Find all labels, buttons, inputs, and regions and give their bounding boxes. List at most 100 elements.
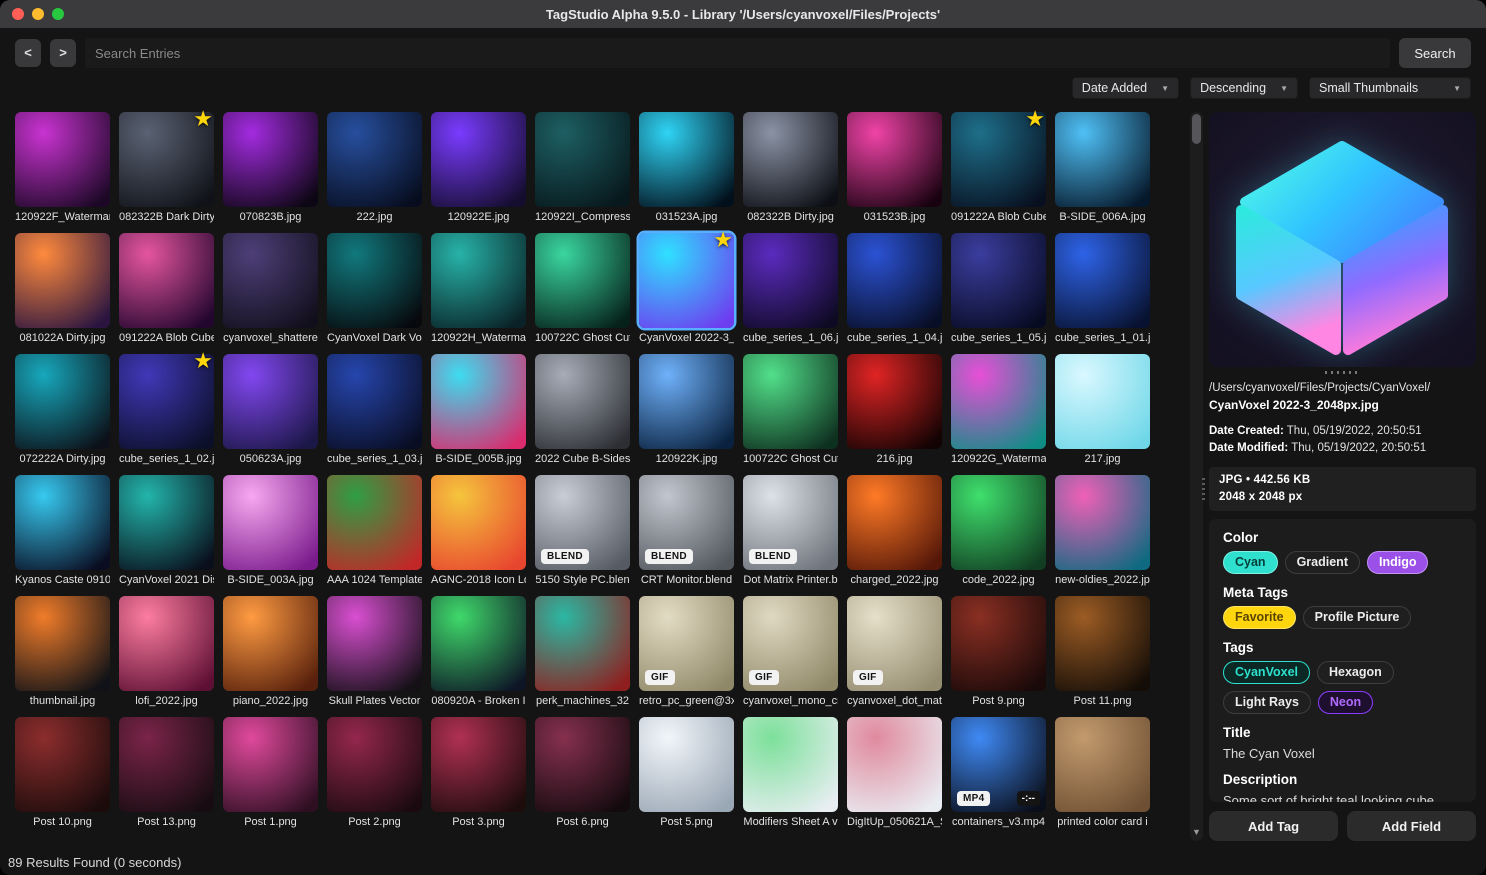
thumbnail-image[interactable]: ★ xyxy=(119,354,214,449)
add-tag-button[interactable]: Add Tag xyxy=(1209,811,1338,841)
thumbnail-image[interactable] xyxy=(119,596,214,691)
grid-item[interactable]: thumbnail.jpg xyxy=(15,596,110,709)
grid-item[interactable]: cube_series_1_06.j xyxy=(743,233,838,346)
grid-item[interactable]: 216.jpg xyxy=(847,354,942,467)
grid-item[interactable]: Post 5.png xyxy=(639,717,734,830)
thumbnail-image[interactable]: ★ xyxy=(951,112,1046,207)
thumbnail-image[interactable] xyxy=(15,596,110,691)
thumbnail-image[interactable] xyxy=(535,596,630,691)
grid-item[interactable]: 120922K.jpg xyxy=(639,354,734,467)
thumbnail-image[interactable] xyxy=(15,233,110,328)
thumbnail-image[interactable] xyxy=(15,475,110,570)
grid-item[interactable]: cyanvoxel_shattere xyxy=(223,233,318,346)
thumbnail-image[interactable] xyxy=(223,233,318,328)
thumbnail-image[interactable] xyxy=(327,112,422,207)
grid-item[interactable]: code_2022.jpg xyxy=(951,475,1046,588)
thumbnail-image[interactable] xyxy=(535,717,630,812)
thumbnail-image[interactable] xyxy=(327,717,422,812)
grid-item[interactable]: MP4-:--containers_v3.mp4 xyxy=(951,717,1046,830)
grid-item[interactable]: B-SIDE_005B.jpg xyxy=(431,354,526,467)
grid-item[interactable]: AAA 1024 Template xyxy=(327,475,422,588)
grid-item[interactable]: 050623A.jpg xyxy=(223,354,318,467)
grid-item[interactable]: 031523A.jpg xyxy=(639,112,734,225)
scroll-down-arrow-icon[interactable]: ▼ xyxy=(1190,827,1203,837)
grid-item[interactable]: 100722C Ghost Cut xyxy=(535,233,630,346)
thumbnail-image[interactable] xyxy=(1055,717,1150,812)
grid-item[interactable]: ★082322B Dark Dirty xyxy=(119,112,214,225)
preview-image[interactable] xyxy=(1209,112,1476,367)
thumbnail-image[interactable] xyxy=(1055,596,1150,691)
thumbnail-image[interactable]: MP4-:-- xyxy=(951,717,1046,812)
grid-item[interactable]: CyanVoxel Dark Vox xyxy=(327,233,422,346)
grid-item[interactable]: 120922H_Watermar xyxy=(431,233,526,346)
scrollbar-thumb[interactable] xyxy=(1192,114,1201,144)
grid-item[interactable]: CyanVoxel 2021 Dis xyxy=(119,475,214,588)
grid-item[interactable]: 081022A Dirty.jpg xyxy=(15,233,110,346)
thumbnail-image[interactable] xyxy=(639,354,734,449)
grid-item[interactable]: ★CyanVoxel 2022-3_ xyxy=(639,233,734,346)
thumbnail-image[interactable] xyxy=(743,233,838,328)
thumbnail-image[interactable] xyxy=(1055,233,1150,328)
thumbnail-image[interactable]: BLEND xyxy=(535,475,630,570)
thumbnail-image[interactable] xyxy=(327,475,422,570)
grid-item[interactable]: 120922I_Compress xyxy=(535,112,630,225)
thumbnail-image[interactable] xyxy=(1055,475,1150,570)
grid-item[interactable]: perk_machines_32 xyxy=(535,596,630,709)
resize-grip-icon[interactable] xyxy=(1325,371,1361,374)
grid-item[interactable]: GIFretro_pc_green@3x xyxy=(639,596,734,709)
grid-item[interactable]: GIFcyanvoxel_mono_cr xyxy=(743,596,838,709)
thumbnail-image[interactable] xyxy=(743,717,838,812)
grid-item[interactable]: 217.jpg xyxy=(1055,354,1150,467)
grid-item[interactable]: Skull Plates Vector xyxy=(327,596,422,709)
thumbnail-image[interactable] xyxy=(847,717,942,812)
thumbnail-image[interactable]: BLEND xyxy=(743,475,838,570)
thumbnail-image[interactable] xyxy=(223,475,318,570)
grid-item[interactable]: Post 2.png xyxy=(327,717,422,830)
thumbnail-image[interactable] xyxy=(119,233,214,328)
thumbnail-image[interactable] xyxy=(431,112,526,207)
grid-item[interactable]: Post 1.png xyxy=(223,717,318,830)
grid-item[interactable]: 031523B.jpg xyxy=(847,112,942,225)
thumbnail-image[interactable] xyxy=(431,233,526,328)
thumbnail-image[interactable] xyxy=(223,717,318,812)
thumbnail-image[interactable] xyxy=(1055,354,1150,449)
grid-item[interactable]: cube_series_1_01.j xyxy=(1055,233,1150,346)
thumbnail-size-dropdown[interactable]: Small Thumbnails ▼ xyxy=(1309,77,1471,99)
grid-item[interactable]: BLEND5150 Style PC.blen xyxy=(535,475,630,588)
sort-direction-dropdown[interactable]: Descending ▼ xyxy=(1190,77,1298,99)
thumbnail-image[interactable] xyxy=(743,354,838,449)
grid-item[interactable]: piano_2022.jpg xyxy=(223,596,318,709)
zoom-window-icon[interactable] xyxy=(52,8,64,20)
thumbnail-image[interactable] xyxy=(431,354,526,449)
thumbnail-image[interactable]: GIF xyxy=(743,596,838,691)
grid-item[interactable]: charged_2022.jpg xyxy=(847,475,942,588)
thumbnail-image[interactable] xyxy=(431,717,526,812)
thumbnail-image[interactable] xyxy=(743,112,838,207)
grid-item[interactable]: 2022 Cube B-Sides xyxy=(535,354,630,467)
vertical-scrollbar[interactable]: ▼ xyxy=(1190,112,1203,841)
grid-item[interactable]: cube_series_1_04.j xyxy=(847,233,942,346)
tag-pill[interactable]: Profile Picture xyxy=(1303,606,1412,629)
grid-item[interactable]: Post 3.png xyxy=(431,717,526,830)
thumbnail-image[interactable]: GIF xyxy=(639,596,734,691)
grid-item[interactable]: BLENDCRT Monitor.blend xyxy=(639,475,734,588)
tag-pill[interactable]: Favorite xyxy=(1223,606,1296,629)
grid-item[interactable]: B-SIDE_006A.jpg xyxy=(1055,112,1150,225)
thumbnail-image[interactable] xyxy=(119,717,214,812)
grid-item[interactable]: B-SIDE_003A.jpg xyxy=(223,475,318,588)
thumbnail-image[interactable] xyxy=(15,717,110,812)
grid-item[interactable]: GIFcyanvoxel_dot_mat xyxy=(847,596,942,709)
grid-item[interactable]: 120922F_Watermark xyxy=(15,112,110,225)
tag-pill[interactable]: Gradient xyxy=(1285,551,1360,574)
grid-item[interactable]: cube_series_1_05.j xyxy=(951,233,1046,346)
thumbnail-image[interactable] xyxy=(119,475,214,570)
grid-item[interactable]: 120922G_Watermar xyxy=(951,354,1046,467)
grid-item[interactable]: 072222A Dirty.jpg xyxy=(15,354,110,467)
grid-item[interactable]: 091222A Blob Cube xyxy=(119,233,214,346)
thumbnail-image[interactable] xyxy=(431,596,526,691)
thumbnail-image[interactable] xyxy=(951,233,1046,328)
thumbnail-image[interactable] xyxy=(535,354,630,449)
grid-item[interactable]: 100722C Ghost Cut xyxy=(743,354,838,467)
grid-item[interactable]: DigItUp_050621A_S xyxy=(847,717,942,830)
thumbnail-image[interactable] xyxy=(431,475,526,570)
